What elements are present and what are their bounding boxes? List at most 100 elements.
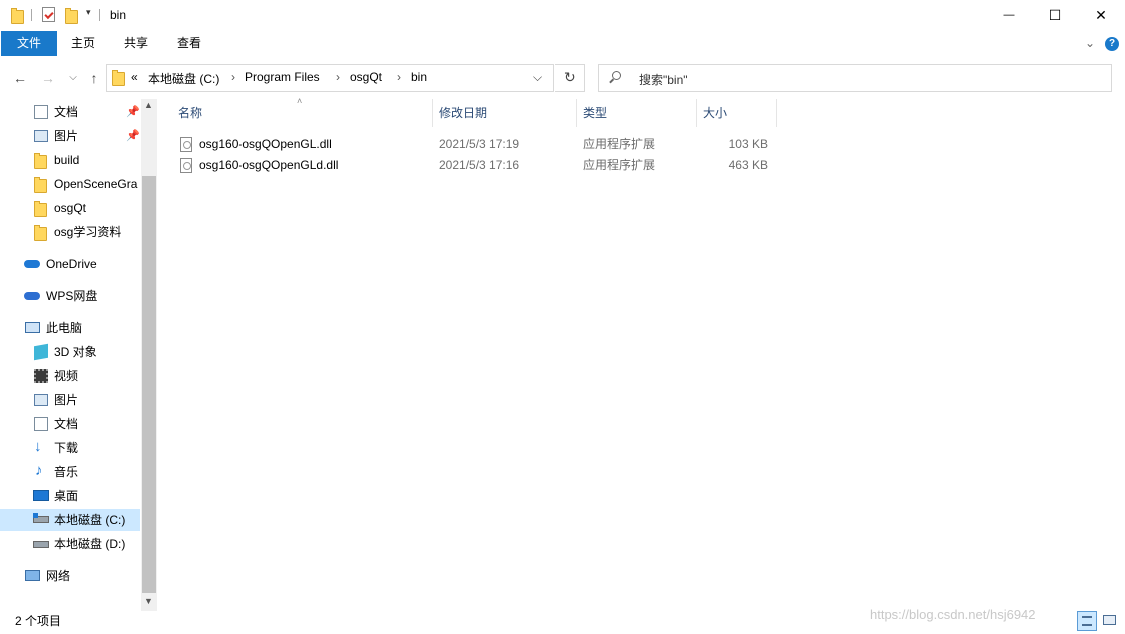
- watermark: https://blog.csdn.net/hsj6942: [870, 607, 1036, 622]
- properties-icon[interactable]: [42, 7, 55, 22]
- scroll-up-arrow-icon[interactable]: ▲: [144, 100, 153, 110]
- nav-item-3d-objects[interactable]: 3D 对象: [0, 341, 140, 363]
- up-arrow-icon[interactable]: ↑: [85, 68, 103, 88]
- nav-item-onedrive[interactable]: OneDrive: [0, 253, 140, 275]
- pin-icon[interactable]: 📌: [126, 125, 140, 147]
- large-icons-view-button[interactable]: [1100, 611, 1120, 631]
- network-icon: [25, 570, 40, 581]
- download-icon: ↓: [34, 438, 42, 455]
- folder-icon: [34, 177, 47, 193]
- file-type: 应用程序扩展: [583, 158, 656, 172]
- title-bar: [0, 0, 1125, 31]
- file-name: osg160-osgQOpenGLd.dll: [199, 158, 339, 172]
- table-row[interactable]: osg160-osgQOpenGLd.dll 2021/5/3 17:16 应用…: [176, 155, 776, 176]
- tab-home[interactable]: 主页: [60, 31, 106, 56]
- window-title: bin: [110, 8, 127, 22]
- nav-item-downloads[interactable]: ↓ 下载: [0, 437, 140, 459]
- chevron-down-icon[interactable]: ⌄: [1085, 36, 1095, 50]
- breadcrumb-overflow[interactable]: «: [131, 70, 138, 84]
- address-dropdown-icon[interactable]: ⌵: [533, 70, 542, 85]
- nav-item-documents[interactable]: 文档 📌: [0, 101, 140, 123]
- file-date: 2021/5/3 17:19: [439, 137, 520, 151]
- music-icon: ♪: [35, 462, 43, 479]
- column-header-type[interactable]: 类型: [583, 99, 607, 127]
- table-row[interactable]: osg160-osgQOpenGL.dll 2021/5/3 17:19 应用程…: [176, 134, 776, 155]
- nav-item-network[interactable]: 网络: [0, 565, 140, 587]
- file-size: 103 KB: [728, 137, 768, 151]
- column-divider[interactable]: [776, 99, 777, 127]
- nav-item-openscenegraph[interactable]: OpenSceneGra: [0, 173, 140, 195]
- folder-icon: [34, 225, 47, 241]
- search-input[interactable]: 搜索"bin": [639, 71, 688, 88]
- close-button[interactable]: ✕: [1078, 0, 1124, 31]
- nav-item-osg-study[interactable]: osg学习资料: [0, 221, 140, 243]
- column-header-size[interactable]: 大小: [703, 99, 727, 127]
- breadcrumb-program-files[interactable]: Program Files: [245, 70, 320, 84]
- separator: [31, 9, 32, 21]
- tab-file[interactable]: 文件: [1, 31, 57, 56]
- file-date: 2021/5/3 17:16: [439, 158, 520, 172]
- wps-cloud-icon: [24, 292, 40, 300]
- nav-item-desktop[interactable]: 桌面: [0, 485, 140, 507]
- folder-icon: [112, 69, 125, 86]
- back-arrow-icon[interactable]: ←: [11, 68, 29, 88]
- nav-item-this-pc[interactable]: 此电脑: [0, 317, 140, 339]
- nav-item-build[interactable]: build: [0, 149, 140, 171]
- tab-view[interactable]: 查看: [166, 31, 212, 56]
- nav-item-pictures-pc[interactable]: 图片: [0, 389, 140, 411]
- breadcrumb-drive-c[interactable]: 本地磁盘 (C:): [148, 70, 219, 87]
- folder-icon: [34, 153, 47, 169]
- nav-item-pictures[interactable]: 图片 📌: [0, 125, 140, 147]
- breadcrumb-separator: ›: [336, 70, 340, 84]
- item-count: 2 个项目: [15, 614, 62, 628]
- file-name: osg160-osgQOpenGL.dll: [199, 137, 332, 151]
- nav-item-drive-c[interactable]: 本地磁盘 (C:): [0, 509, 140, 531]
- new-folder-icon[interactable]: [65, 8, 78, 24]
- computer-icon: [25, 322, 40, 333]
- file-type: 应用程序扩展: [583, 137, 656, 151]
- help-label: ?: [1108, 38, 1116, 49]
- help-icon[interactable]: ?: [1105, 37, 1119, 51]
- details-view-button[interactable]: [1077, 611, 1097, 631]
- 3d-objects-icon: [34, 343, 48, 361]
- details-view-icon: [1082, 616, 1092, 626]
- breadcrumb-osgqt[interactable]: osgQt: [350, 70, 382, 84]
- scroll-down-arrow-icon[interactable]: ▼: [144, 596, 153, 606]
- file-size: 463 KB: [728, 158, 768, 172]
- desktop-icon: [33, 490, 49, 501]
- large-icons-view-icon: [1103, 615, 1116, 625]
- separator: [99, 9, 100, 21]
- breadcrumb-separator: ›: [231, 70, 235, 84]
- column-header-name[interactable]: 名称: [178, 99, 202, 127]
- dll-file-icon: [180, 158, 192, 173]
- nav-item-wps[interactable]: WPS网盘: [0, 285, 140, 307]
- column-divider[interactable]: [576, 99, 577, 127]
- nav-item-videos[interactable]: 视频: [0, 365, 140, 387]
- pictures-icon: [34, 394, 48, 406]
- breadcrumb-bin[interactable]: bin: [411, 70, 427, 84]
- refresh-icon[interactable]: ↻: [564, 69, 576, 86]
- recent-locations-icon[interactable]: ⌵: [64, 68, 82, 88]
- videos-icon: [34, 369, 48, 383]
- customize-toolbar-icon[interactable]: ▾: [86, 7, 91, 18]
- forward-arrow-icon[interactable]: →: [39, 68, 57, 88]
- nav-scrollbar-thumb[interactable]: [142, 176, 156, 593]
- maximize-button[interactable]: ☐: [1032, 0, 1078, 31]
- drive-d-icon: [33, 541, 49, 548]
- pin-icon[interactable]: 📌: [126, 101, 140, 123]
- nav-item-music[interactable]: ♪ 音乐: [0, 461, 140, 483]
- column-header-date[interactable]: 修改日期: [439, 99, 487, 127]
- nav-item-documents-pc[interactable]: 文档: [0, 413, 140, 435]
- dll-file-icon: [180, 137, 192, 152]
- sort-ascending-icon: ˄: [297, 96, 303, 106]
- windows-logo-icon: [33, 513, 38, 518]
- nav-item-drive-d[interactable]: 本地磁盘 (D:): [0, 533, 140, 555]
- nav-item-osgqt[interactable]: osgQt: [0, 197, 140, 219]
- tab-share[interactable]: 共享: [113, 31, 159, 56]
- minimize-button[interactable]: —: [986, 0, 1032, 31]
- cloud-icon: [24, 260, 40, 268]
- column-divider[interactable]: [696, 99, 697, 127]
- pictures-icon: [34, 130, 48, 142]
- folder-icon: [34, 201, 47, 217]
- column-divider[interactable]: [432, 99, 433, 127]
